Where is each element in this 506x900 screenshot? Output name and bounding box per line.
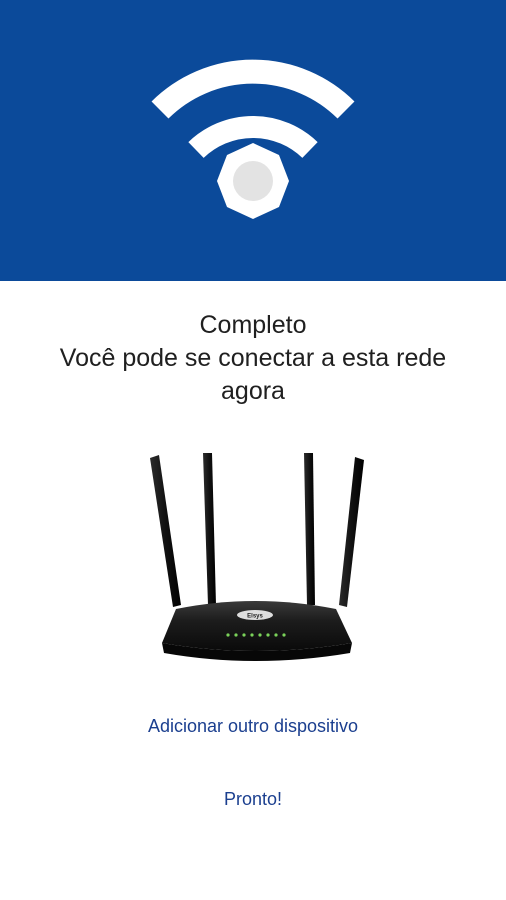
- completion-text-line-2: agora: [221, 377, 285, 405]
- completion-title: Completo: [199, 311, 307, 339]
- router-brand-text: Elsys: [247, 614, 263, 620]
- setup-complete-screen: Completo Você pode se conectar a esta re…: [0, 0, 506, 900]
- header-banner: [0, 0, 506, 281]
- done-button[interactable]: Pronto!: [0, 787, 506, 811]
- completion-message: Completo Você pode se conectar a esta re…: [0, 309, 506, 408]
- add-another-device-button[interactable]: Adicionar outro dispositivo: [0, 714, 506, 738]
- wifi-router-icon: [151, 59, 355, 219]
- completion-text-line-1: Você pode se conectar a esta rede: [59, 344, 447, 372]
- router-device-image: Elsys: [150, 453, 364, 661]
